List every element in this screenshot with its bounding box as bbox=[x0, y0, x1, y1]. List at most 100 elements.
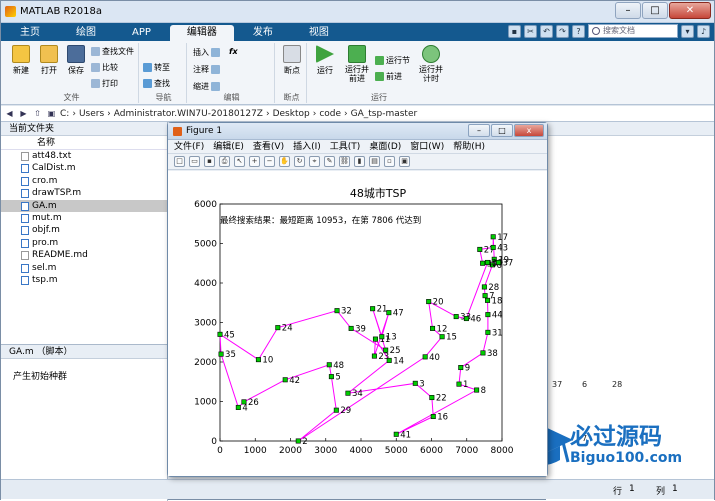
comment-button[interactable]: 注释 bbox=[193, 64, 220, 75]
file-item[interactable]: sel.m bbox=[1, 262, 167, 274]
x-tick-label: 1000 bbox=[244, 446, 267, 456]
menu-window[interactable]: 窗口(W) bbox=[410, 140, 444, 153]
crumb-5[interactable]: GA_tsp-master bbox=[351, 109, 418, 119]
file-item-selected[interactable]: GA.m bbox=[1, 199, 167, 212]
group-breakpoint: 断点 断点 bbox=[277, 43, 307, 103]
save-figure-icon[interactable]: ▪ bbox=[204, 156, 215, 167]
file-item[interactable]: tsp.m bbox=[1, 274, 167, 286]
figure-maximize-button[interactable]: □ bbox=[491, 124, 513, 137]
menu-view[interactable]: 查看(V) bbox=[253, 140, 284, 153]
breakpoints-button[interactable]: 断点 bbox=[278, 45, 306, 76]
browse-icon[interactable]: ▣ bbox=[46, 108, 57, 119]
link-icon[interactable]: ⛓ bbox=[339, 156, 350, 167]
city-point bbox=[371, 353, 377, 359]
tab-view[interactable]: 视图 bbox=[292, 25, 346, 41]
city-point bbox=[282, 377, 288, 383]
menu-file[interactable]: 文件(F) bbox=[174, 140, 204, 153]
bell-icon[interactable]: ♪ bbox=[697, 24, 710, 38]
figure-minimize-button[interactable]: – bbox=[468, 124, 490, 137]
brush-icon[interactable]: ✎ bbox=[324, 156, 335, 167]
run-button[interactable]: 运行 bbox=[311, 45, 339, 76]
run-advance-button[interactable]: 运行并 前进 bbox=[343, 45, 371, 83]
undo-icon[interactable]: ↶ bbox=[540, 24, 553, 38]
up-folder-icon[interactable]: ⇧ bbox=[32, 108, 43, 119]
search-input[interactable]: 搜索文档 bbox=[588, 24, 678, 38]
city-point bbox=[393, 431, 399, 437]
city-point bbox=[430, 414, 436, 420]
name-column-header[interactable]: 名称 bbox=[1, 136, 167, 150]
back-icon[interactable]: ◀ bbox=[4, 108, 15, 119]
redo-icon[interactable]: ↷ bbox=[556, 24, 569, 38]
file-item[interactable]: README.md bbox=[1, 249, 167, 261]
crumb-4[interactable]: code bbox=[319, 109, 341, 119]
file-item[interactable]: pro.m bbox=[1, 237, 167, 249]
fx-button[interactable]: fx bbox=[229, 47, 238, 56]
close-button[interactable]: ✕ bbox=[669, 2, 711, 19]
menu-tools[interactable]: 工具(T) bbox=[330, 140, 361, 153]
run-section-button[interactable]: 运行节 bbox=[375, 55, 410, 66]
print-figure-icon[interactable]: ⎙ bbox=[219, 156, 230, 167]
save-button[interactable]: 保存 bbox=[62, 45, 90, 76]
pointer-icon[interactable]: ↖ bbox=[234, 156, 245, 167]
new-button[interactable]: 新建 bbox=[7, 45, 35, 76]
print-button[interactable]: 打印 bbox=[91, 78, 118, 89]
zoom-out-icon[interactable]: − bbox=[264, 156, 275, 167]
file-item[interactable]: objf.m bbox=[1, 224, 167, 236]
insert-button[interactable]: 插入 bbox=[193, 47, 220, 58]
city-label: 40 bbox=[429, 353, 440, 363]
file-item[interactable]: drawTSP.m bbox=[1, 187, 167, 199]
city-point bbox=[345, 390, 351, 396]
figure-title-bar: Figure 1 – □ x bbox=[168, 123, 547, 140]
goto-button[interactable]: 转至 bbox=[143, 62, 170, 73]
menu-help[interactable]: 帮助(H) bbox=[453, 140, 485, 153]
filter-icon[interactable]: ▾ bbox=[681, 24, 694, 38]
save-quick-icon[interactable]: ▪ bbox=[508, 24, 521, 38]
city-label: 43 bbox=[497, 243, 508, 253]
maximize-button[interactable]: □ bbox=[642, 2, 668, 19]
menu-insert[interactable]: 插入(I) bbox=[293, 140, 321, 153]
forward-icon[interactable]: ▶ bbox=[18, 108, 29, 119]
new-figure-icon[interactable]: □ bbox=[174, 156, 185, 167]
pan-icon[interactable]: ✋ bbox=[279, 156, 290, 167]
hide-plot-tools-icon[interactable]: ▫ bbox=[384, 156, 395, 167]
advance-button[interactable]: 前进 bbox=[375, 71, 402, 82]
crumb-0[interactable]: C: bbox=[60, 109, 69, 119]
zoom-in-icon[interactable]: + bbox=[249, 156, 260, 167]
minimize-button[interactable]: – bbox=[615, 2, 641, 19]
file-item[interactable]: cro.m bbox=[1, 175, 167, 187]
show-plot-tools-icon[interactable]: ▣ bbox=[399, 156, 410, 167]
find-button[interactable]: 查找 bbox=[143, 78, 170, 89]
find-files-button[interactable]: 查找文件 bbox=[91, 46, 134, 57]
file-item[interactable]: att48.txt bbox=[1, 150, 167, 162]
data-cursor-icon[interactable]: ⌖ bbox=[309, 156, 320, 167]
tab-apps[interactable]: APP bbox=[115, 25, 168, 41]
rotate-icon[interactable]: ↻ bbox=[294, 156, 305, 167]
crumb-1[interactable]: Users bbox=[79, 109, 104, 119]
city-label: 47 bbox=[393, 309, 404, 319]
run-time-button[interactable]: 运行并 计时 bbox=[417, 45, 445, 83]
tab-home[interactable]: 主页 bbox=[3, 25, 57, 41]
crumb-2[interactable]: Administrator.WIN7U-20180127Z bbox=[114, 109, 263, 119]
tab-publish[interactable]: 发布 bbox=[236, 25, 290, 41]
legend-icon[interactable]: ▤ bbox=[369, 156, 380, 167]
tab-plots[interactable]: 绘图 bbox=[59, 25, 113, 41]
file-item[interactable]: CalDist.m bbox=[1, 162, 167, 174]
file-item[interactable]: mut.m bbox=[1, 212, 167, 224]
compare-button[interactable]: 比较 bbox=[91, 62, 118, 73]
help-icon[interactable]: ? bbox=[572, 24, 585, 38]
indent-button[interactable]: 缩进 bbox=[193, 81, 220, 92]
city-label: 31 bbox=[492, 328, 503, 338]
menu-desktop[interactable]: 桌面(D) bbox=[369, 140, 401, 153]
colorbar-icon[interactable]: ▮ bbox=[354, 156, 365, 167]
print-icon bbox=[91, 79, 100, 88]
cut-icon[interactable]: ✂ bbox=[524, 24, 537, 38]
tab-editor[interactable]: 编辑器 bbox=[169, 25, 234, 41]
city-label: 21 bbox=[377, 305, 388, 315]
figure-close-button[interactable]: x bbox=[514, 124, 544, 137]
crumb-3[interactable]: Desktop bbox=[273, 109, 310, 119]
open-file-icon[interactable]: ▭ bbox=[189, 156, 200, 167]
group-edit-label: 编辑 bbox=[223, 93, 240, 102]
menu-edit[interactable]: 编辑(E) bbox=[213, 140, 244, 153]
open-button[interactable]: 打开 bbox=[35, 45, 63, 76]
address-bar[interactable]: ◀ ▶ ⇧ ▣ C: › Users › Administrator.WIN7U… bbox=[1, 106, 714, 122]
